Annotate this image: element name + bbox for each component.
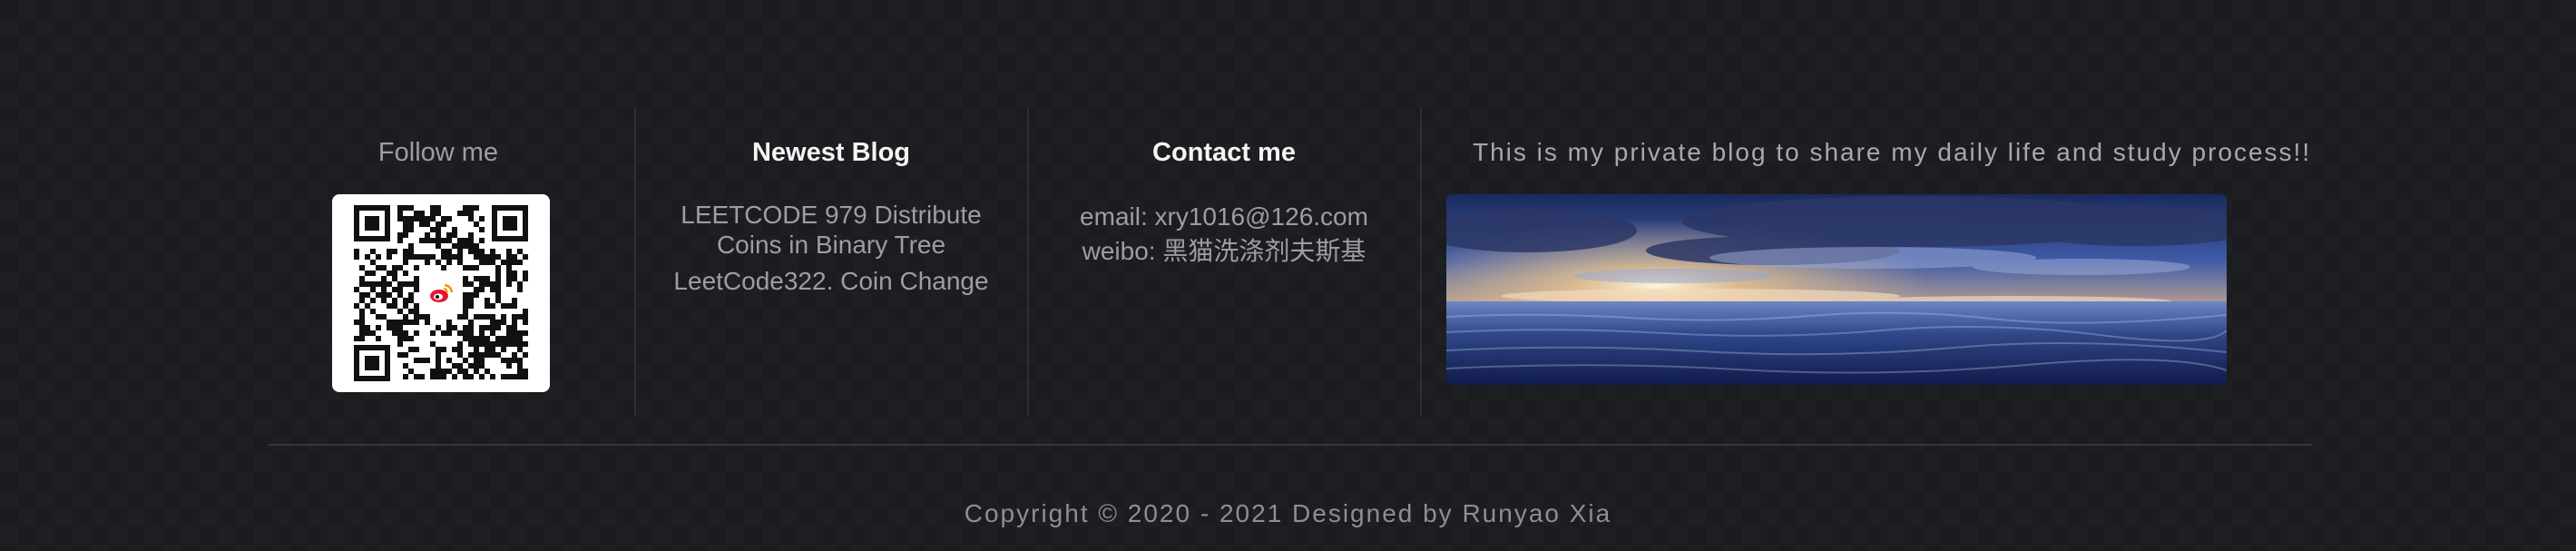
copyright-text: Copyright © 2020 - 2021 Designed by Runy… xyxy=(964,499,1612,527)
newest-blog-heading: Newest Blog xyxy=(751,138,911,167)
contact-email: email: xry1016@126.com xyxy=(1080,202,1368,231)
contact-section: Contact me email: xry1016@126.com weibo:… xyxy=(1028,107,1420,416)
newest-blog-section: Newest Blog LEETCODE 979 Distribute Coin… xyxy=(635,107,1027,416)
contact-weibo: weibo: 黑猫洗涤剂夫斯基 xyxy=(1082,237,1366,265)
ocean-sunset-image xyxy=(1446,194,2227,385)
blog-post-link[interactable]: LEETCODE 979 Distribute Coins in Binary … xyxy=(668,200,994,260)
weibo-qr-code-icon xyxy=(332,194,550,392)
contact-heading: Contact me xyxy=(1152,138,1296,167)
blog-post-list: LEETCODE 979 Distribute Coins in Binary … xyxy=(635,200,1027,296)
follow-heading: Follow me xyxy=(377,138,499,167)
site-footer: Follow me Newest Blog LEETCODE 979 Distr… xyxy=(0,0,2576,551)
footer-separator xyxy=(269,444,2312,446)
blog-post-link[interactable]: LeetCode322. Coin Change xyxy=(668,266,994,296)
about-text: This is my private blog to share my dail… xyxy=(1473,138,2312,166)
contact-list: email: xry1016@126.com weibo: 黑猫洗涤剂夫斯基 xyxy=(1028,200,1420,269)
follow-section: Follow me xyxy=(269,107,608,416)
about-section: This is my private blog to share my dail… xyxy=(1421,107,2328,416)
